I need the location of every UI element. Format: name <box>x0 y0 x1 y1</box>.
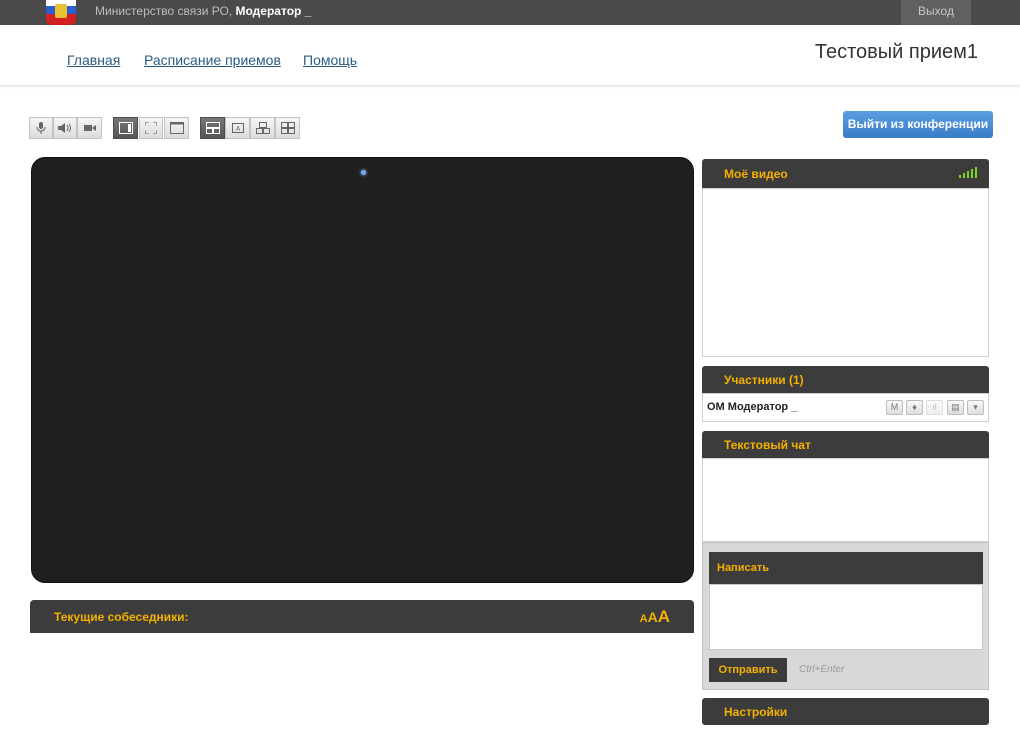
font-size-small-button[interactable]: A <box>640 613 648 625</box>
signal-icon: ıl <box>932 402 937 412</box>
layout-split-button[interactable] <box>200 117 225 139</box>
layout-grid-icon <box>280 122 295 134</box>
layout-sidebar-icon <box>118 122 133 134</box>
speaker-toggle-button[interactable] <box>53 117 77 139</box>
text-chat-title: Текстовый чат <box>724 438 811 452</box>
screen-icon: ▤ <box>951 402 960 412</box>
current-participants-label: Текущие собеседники: <box>54 610 189 624</box>
logout-button[interactable]: Выход <box>901 0 971 25</box>
chat-message-input[interactable] <box>709 584 983 650</box>
chevron-down-icon: ▾ <box>973 402 978 412</box>
participant-screen-button[interactable]: ▤ <box>947 400 964 415</box>
participant-mic-button[interactable]: ♦ <box>906 400 923 415</box>
font-size-switcher: AAA <box>640 607 670 627</box>
layout-split-icon <box>205 122 220 134</box>
nav-link-schedule[interactable]: Расписание приемов <box>144 52 281 68</box>
signal-strength-icon <box>959 167 977 178</box>
speaker-icon <box>58 123 71 133</box>
coat-of-arms-logo <box>46 0 76 25</box>
my-video-title: Моё видео <box>724 167 788 181</box>
nav-link-home[interactable]: Главная <box>67 52 120 68</box>
participant-message-button[interactable]: M <box>886 400 903 415</box>
window-icon <box>169 122 184 134</box>
fullscreen-icon <box>145 122 157 134</box>
org-user-label: Министерство связи РО, Модератор _ <box>95 4 311 18</box>
compose-title: Написать <box>717 562 769 574</box>
participant-menu-button[interactable]: ▾ <box>967 400 984 415</box>
header: Главная Расписание приемов Помощь Тестов… <box>0 25 1020 86</box>
main-video-area <box>31 157 694 583</box>
room-title: Тестовый прием1 <box>814 41 978 63</box>
font-size-large-button[interactable]: A <box>658 607 670 626</box>
my-video-header[interactable]: Моё видео <box>702 159 989 188</box>
text-chat-header[interactable]: Текстовый чат <box>702 431 989 458</box>
logo-emblem <box>55 4 67 18</box>
window-mode-button[interactable] <box>164 117 189 139</box>
chat-compose-area: Написать Отправить Ctrl+Enter <box>702 542 989 690</box>
microphone-toggle-button[interactable] <box>29 117 53 139</box>
my-video-area <box>702 188 989 357</box>
current-user-name: Модератор _ <box>235 4 312 18</box>
camera-toggle-button[interactable] <box>77 117 102 139</box>
participant-signal-button[interactable]: ıl <box>926 400 943 415</box>
participants-title: Участники (1) <box>724 373 804 387</box>
layout-single-icon: A <box>231 123 244 133</box>
nav-link-help[interactable]: Помощь <box>303 52 357 68</box>
layout-single-button[interactable]: A <box>225 117 250 139</box>
settings-title: Настройки <box>724 705 788 719</box>
chat-messages-area <box>702 458 989 542</box>
layout-grid-a-icon <box>255 122 270 134</box>
svg-text:A: A <box>235 126 240 133</box>
send-shortcut-hint: Ctrl+Enter <box>799 664 845 675</box>
settings-header[interactable]: Настройки <box>702 698 989 725</box>
microphone-icon <box>36 122 46 134</box>
layout-grid-a-button[interactable] <box>250 117 275 139</box>
send-message-button[interactable]: Отправить <box>709 658 787 682</box>
camera-icon <box>83 125 96 131</box>
participant-name: ОМ Модератор _ <box>707 401 798 413</box>
participants-list: ОМ Модератор _ M ♦ ıl ▤ ▾ <box>702 393 989 422</box>
compose-header: Написать <box>709 552 983 584</box>
leave-conference-button[interactable]: Выйти из конференции <box>843 111 993 138</box>
participants-header[interactable]: Участники (1) <box>702 366 989 393</box>
top-bar: Министерство связи РО, Модератор _ Выход <box>0 0 1020 25</box>
org-name: Министерство связи РО, <box>95 4 233 18</box>
camera-indicator-icon <box>361 170 366 175</box>
mail-icon: M <box>890 402 899 412</box>
fullscreen-button[interactable] <box>139 117 163 139</box>
microphone-icon: ♦ <box>912 402 917 412</box>
layout-with-sidebar-button[interactable] <box>113 117 138 139</box>
current-participants-bar: Текущие собеседники: AAA <box>30 600 694 633</box>
layout-grid-button[interactable] <box>275 117 300 139</box>
font-size-medium-button[interactable]: A <box>648 609 658 625</box>
